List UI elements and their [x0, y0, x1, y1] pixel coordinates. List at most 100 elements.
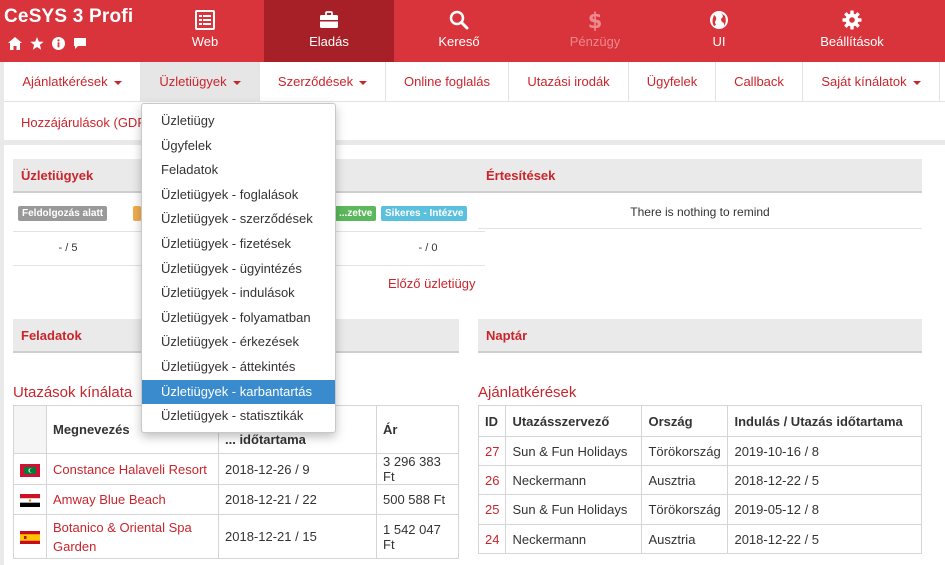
request-date-cell: 2019-10-16 / 8	[727, 436, 922, 466]
info-icon[interactable]	[52, 37, 65, 53]
chevron-down-icon	[232, 80, 241, 85]
quick-icons	[8, 37, 87, 53]
subnav-clients-label: Ügyfelek	[646, 74, 698, 89]
subnav-online-booking[interactable]: Online foglalás	[386, 62, 509, 102]
dropdown-item-clients[interactable]: Ügyfelek	[142, 134, 335, 159]
request-id-link[interactable]: 27	[485, 444, 499, 459]
notifications-empty-text: There is nothing to remind	[630, 205, 770, 219]
topnav-web-label: Web	[191, 34, 219, 49]
chat-icon[interactable]	[73, 37, 87, 53]
table-header: Ország	[641, 405, 729, 437]
offer-name-link[interactable]: Botanico & Oriental Spa Garden	[53, 520, 192, 554]
dropdown-item-arrivals[interactable]: Üzletiügyek - érkezések	[142, 330, 335, 355]
topnav-sales[interactable]: Eladás	[264, 0, 394, 62]
subnav-gdpr[interactable]: Hozzájárulások (GDPR)	[21, 115, 160, 130]
subnav-callback[interactable]: Callback	[716, 62, 803, 102]
topnav-ui[interactable]: UI	[654, 0, 784, 62]
maldives-flag-icon	[20, 463, 40, 477]
subnav-agencies[interactable]: Utazási irodák	[509, 62, 629, 102]
count-value: - / 5	[58, 242, 78, 254]
flag-cell	[13, 514, 47, 559]
topnav-settings-label: Beállítások	[820, 34, 884, 49]
dropdown-item-business[interactable]: Üzletiügy	[142, 109, 335, 134]
offer-name-cell[interactable]: Amway Blue Beach	[46, 484, 219, 515]
dropdown-item-payments[interactable]: Üzletiügyek - fizetések	[142, 232, 335, 257]
offer-price-cell: 3 296 383 Ft	[376, 453, 459, 485]
top-bar: CeSYS 3 Profi Web Eladás Kereső $ Pénzüg…	[0, 0, 945, 62]
egypt-flag-icon	[20, 494, 40, 508]
search-icon	[449, 10, 469, 30]
offer-date-cell: 2018-12-26 / 9	[218, 453, 377, 485]
list-icon	[195, 10, 215, 30]
topnav-search[interactable]: Kereső	[394, 0, 524, 62]
subnav-contracts[interactable]: Szerződések	[260, 62, 386, 102]
request-id-cell[interactable]: 24	[477, 524, 507, 554]
table-row[interactable]: Botanico & Oriental Spa Garden 2018-12-2…	[13, 514, 459, 559]
request-date-cell: 2018-12-22 / 5	[727, 524, 922, 554]
table-header: Utazásszervező	[505, 405, 643, 437]
offers-section-title: Utazások kínálata	[13, 384, 133, 401]
subnav-callback-label: Callback	[734, 74, 784, 89]
star-icon[interactable]	[30, 37, 44, 53]
flag-cell	[13, 453, 47, 485]
flag-cell	[13, 484, 47, 515]
home-icon[interactable]	[8, 37, 22, 53]
request-id-cell[interactable]: 27	[477, 436, 507, 466]
subnav-online-booking-label: Online foglalás	[404, 74, 490, 89]
table-row[interactable]: 24 Neckermann Ausztria 2018-12-22 / 5	[477, 524, 922, 554]
request-org-cell: Sun & Fun Holidays	[505, 494, 643, 525]
table-row[interactable]: Constance Halaveli Resort 2018-12-26 / 9…	[13, 453, 459, 485]
subnav-clients[interactable]: Ügyfelek	[629, 62, 716, 102]
dropdown-item-bookings[interactable]: Üzletiügyek - foglalások	[142, 183, 335, 208]
subnav-contracts-label: Szerződések	[277, 74, 354, 89]
status-badge: Sikeres - Intézve	[381, 206, 468, 221]
subnav-requests-label: Ajánlatkérések	[22, 74, 108, 89]
dropdown-item-tasks[interactable]: Feladatok	[142, 158, 335, 183]
dropdown-item-in-progress[interactable]: Üzletiügyek - folyamatban	[142, 306, 335, 331]
subnav-own-offers[interactable]: Saját kínálatok	[803, 62, 940, 102]
dropdown-item-maintenance[interactable]: Üzletiügyek - karbantartás	[142, 379, 335, 405]
request-id-link[interactable]: 24	[485, 532, 499, 547]
request-org-cell: Neckermann	[505, 524, 643, 554]
offer-date-cell: 2018-12-21 / 15	[218, 514, 377, 559]
chevron-down-icon	[113, 80, 122, 85]
request-country-cell: Ausztria	[641, 524, 729, 554]
offer-name-cell[interactable]: Constance Halaveli Resort	[46, 453, 219, 485]
dropdown-item-overview[interactable]: Üzletiügyek - áttekintés	[142, 355, 335, 380]
table-header: Ár	[376, 405, 459, 454]
request-date-cell: 2019-05-12 / 8	[727, 494, 922, 525]
table-header	[13, 405, 47, 454]
dropdown-item-contracts[interactable]: Üzletiügyek - szerződések	[142, 207, 335, 232]
dropdown-item-administration[interactable]: Üzletiügyek - ügyintézés	[142, 257, 335, 282]
table-row[interactable]: Amway Blue Beach 2018-12-21 / 22 500 588…	[13, 484, 459, 515]
request-id-cell[interactable]: 26	[477, 465, 507, 495]
dropdown-item-departures[interactable]: Üzletiügyek - indulások	[142, 281, 335, 306]
subnav-business[interactable]: Üzletiügyek	[141, 62, 260, 102]
table-row[interactable]: 25 Sun & Fun Holidays Törökország 2019-0…	[477, 494, 922, 525]
business-dropdown-menu: Üzletiügy Ügyfelek Feladatok Üzletiügyek…	[141, 103, 336, 433]
topnav-settings[interactable]: Beállítások	[787, 0, 917, 62]
globe-icon	[710, 11, 728, 29]
request-id-cell[interactable]: 25	[477, 494, 507, 525]
topnav-web[interactable]: Web	[140, 0, 270, 62]
offer-name-link[interactable]: Amway Blue Beach	[53, 492, 166, 507]
requests-section-title: Ajánlatkérések	[478, 384, 577, 401]
subnav-row: Ajánlatkérések Üzletiügyek Szerződések O…	[4, 62, 945, 102]
calendar-panel-title: Naptár	[478, 319, 922, 353]
count-value: - / 0	[418, 242, 438, 254]
subnav-business-label: Üzletiügyek	[159, 74, 227, 89]
offer-name-link[interactable]: Constance Halaveli Resort	[53, 462, 207, 477]
dropdown-item-statistics[interactable]: Üzletiügyek - statisztikák	[142, 404, 335, 429]
requests-table: ID Utazásszervező Ország Indulás / Utazá…	[477, 405, 922, 554]
subnav-requests[interactable]: Ajánlatkérések	[4, 62, 141, 102]
subnav-agencies-label: Utazási irodák	[527, 74, 610, 89]
table-row[interactable]: 26 Neckermann Ausztria 2018-12-22 / 5	[477, 465, 922, 495]
offer-price-cell: 500 588 Ft	[376, 484, 459, 515]
request-id-link[interactable]: 25	[485, 502, 499, 517]
status-badge: Feldolgozás alatt	[18, 206, 108, 221]
request-id-link[interactable]: 26	[485, 473, 499, 488]
table-row[interactable]: 27 Sun & Fun Holidays Törökország 2019-1…	[477, 436, 922, 466]
offer-name-cell[interactable]: Botanico & Oriental Spa Garden	[46, 514, 219, 559]
notifications-panel-title: Értesítések	[478, 159, 922, 193]
previous-business-link[interactable]: Előző üzletiügy	[388, 276, 475, 291]
